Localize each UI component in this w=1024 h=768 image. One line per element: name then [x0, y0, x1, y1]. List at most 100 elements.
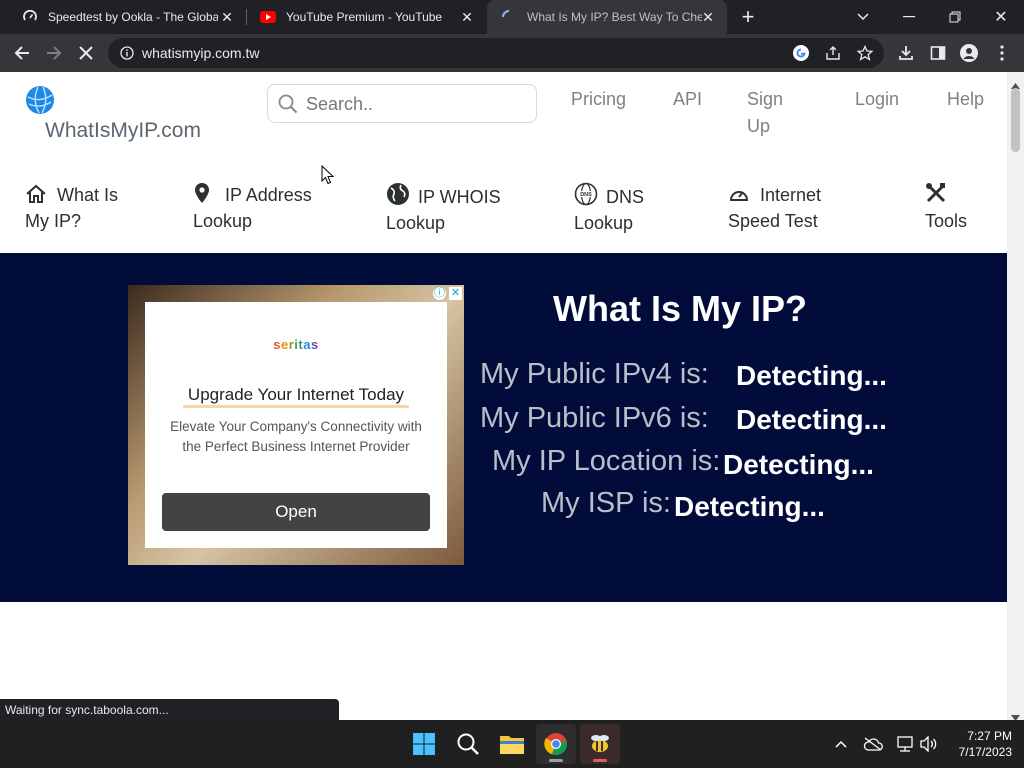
nav-label-1: IP WHOIS	[418, 187, 501, 207]
new-tab-button[interactable]: +	[726, 0, 770, 34]
active-indicator	[549, 759, 563, 762]
back-button[interactable]	[7, 38, 37, 68]
hero-title: What Is My IP?	[552, 288, 808, 329]
login-link[interactable]: Login	[855, 86, 899, 113]
youtube-icon	[260, 9, 276, 25]
ipv4-label: My Public IPv4 is:	[480, 358, 709, 390]
nav-dns-lookup[interactable]: DNS DNS Lookup	[574, 182, 694, 236]
nav-label-2: My IP?	[25, 211, 82, 231]
api-link[interactable]: API	[673, 86, 702, 113]
isp-label: My ISP is:	[541, 487, 671, 519]
nav-internet-speed-test[interactable]: Internet Speed Test	[728, 182, 858, 234]
clock-date: 7/17/2023	[958, 745, 1012, 759]
network-icon[interactable]	[893, 732, 917, 756]
clock-time: 7:27 PM	[967, 729, 1012, 743]
pricing-link[interactable]: Pricing	[571, 86, 626, 113]
map-pin-icon	[193, 182, 217, 204]
mouse-cursor-icon	[321, 164, 335, 190]
tab-whatismyip[interactable]: What Is My IP? Best Way To Chec ✕	[487, 0, 727, 34]
nav-label-1: Internet	[760, 185, 822, 205]
close-tab-icon[interactable]: ✕	[699, 8, 717, 26]
tab-title: YouTube Premium - YouTube	[286, 10, 443, 24]
share-icon[interactable]	[822, 42, 844, 64]
active-indicator	[593, 759, 607, 762]
nav-label-1: IP Address	[225, 185, 312, 205]
ipv4-value: Detecting...	[736, 360, 887, 391]
system-clock[interactable]: 7:27 PM 7/17/2023	[950, 728, 1012, 760]
nav-label-1: DNS	[606, 187, 645, 207]
close-tab-icon[interactable]: ✕	[218, 8, 236, 26]
ad-headline: Upgrade Your Internet Today	[187, 385, 405, 404]
site-logo-icon[interactable]	[25, 85, 55, 120]
ad-open-button[interactable]: Open	[162, 493, 430, 531]
show-hidden-icons-chevron[interactable]	[829, 732, 853, 756]
taskbar-search-icon[interactable]	[448, 724, 488, 764]
ad-brand-text: seritas	[273, 337, 319, 352]
restore-button[interactable]	[932, 0, 978, 34]
nav-label-2: Lookup	[386, 213, 446, 233]
menu-kebab-icon[interactable]	[991, 42, 1013, 64]
bookmark-star-icon[interactable]	[854, 42, 876, 64]
close-window-button[interactable]: ✕	[978, 0, 1024, 34]
nav-label-2: Lookup	[193, 211, 253, 231]
tab-search-icon[interactable]	[840, 0, 886, 34]
loading-spinner-icon	[501, 9, 517, 25]
tab-speedtest[interactable]: Speedtest by Ookla - The Global ✕	[8, 0, 246, 34]
address-bar[interactable]: whatismyip.com.tw	[108, 38, 884, 68]
ad-body: Elevate Your Company's Connectivity with…	[170, 419, 422, 454]
signup-link[interactable]: Sign Up	[747, 86, 797, 140]
site-info-icon[interactable]	[120, 46, 134, 65]
file-explorer-icon[interactable]	[492, 724, 532, 764]
start-button[interactable]	[404, 724, 444, 764]
nav-tools[interactable]: Tools	[925, 182, 995, 234]
close-tab-icon[interactable]: ✕	[458, 8, 476, 26]
google-lens-icon[interactable]	[790, 42, 812, 64]
scrollbar-thumb[interactable]	[1011, 88, 1020, 152]
tab-strip: Speedtest by Ookla - The Global ✕ YouTub…	[0, 0, 1024, 34]
forward-button[interactable]	[39, 38, 69, 68]
svg-text:DNS: DNS	[580, 192, 592, 198]
speedometer-icon	[728, 184, 752, 206]
search-input[interactable]	[306, 91, 526, 117]
isp-value: Detecting...	[674, 491, 825, 522]
volume-icon[interactable]	[917, 732, 941, 756]
stop-loading-icon[interactable]	[71, 38, 101, 68]
speedtest-icon	[22, 9, 38, 25]
ipv6-label: My Public IPv6 is:	[480, 402, 709, 434]
nav-ip-whois-lookup[interactable]: IP WHOIS Lookup	[386, 182, 546, 236]
chrome-taskbar-icon[interactable]	[536, 724, 576, 764]
site-search-box[interactable]	[267, 84, 537, 123]
help-link[interactable]: Help	[947, 86, 984, 113]
download-icon[interactable]	[895, 42, 917, 64]
ad-brand: seritas	[145, 337, 447, 352]
browser-status-bar: Waiting for sync.taboola.com...	[0, 699, 339, 720]
windows-taskbar: 7:27 PM 7/17/2023	[0, 720, 1024, 768]
onedrive-cloud-icon[interactable]	[861, 732, 885, 756]
globe-icon	[386, 182, 410, 205]
ipv6-value: Detecting...	[736, 404, 887, 435]
browser-toolbar: whatismyip.com.tw	[0, 34, 1024, 72]
nav-label-2: Speed Test	[728, 211, 818, 231]
side-panel-icon[interactable]	[927, 42, 949, 64]
tools-icon	[925, 182, 949, 204]
site-logo-text[interactable]: WhatIsMyIP.com	[45, 119, 201, 143]
ip-location-label: My IP Location is:	[492, 445, 721, 477]
tab-title: Speedtest by Ookla - The Global	[48, 10, 218, 24]
tab-youtube[interactable]: YouTube Premium - YouTube ✕	[246, 0, 486, 34]
dns-globe-icon: DNS	[574, 182, 598, 206]
home-icon	[25, 184, 49, 206]
nav-what-is-my-ip[interactable]: What Is My IP?	[25, 182, 155, 234]
tab-title: What Is My IP? Best Way To Chec	[527, 10, 702, 24]
nav-label-2: Tools	[925, 211, 968, 231]
ad-headline-highlight	[183, 405, 409, 408]
advertisement[interactable]: ⓘ ✕ seritas Upgrade Your Internet Today …	[128, 285, 464, 565]
ad-card[interactable]: seritas Upgrade Your Internet Today Elev…	[145, 302, 447, 548]
ad-close-icon[interactable]: ✕	[449, 287, 462, 300]
page-scrollbar[interactable]	[1007, 72, 1024, 721]
bee-app-taskbar-icon[interactable]	[580, 724, 620, 764]
signup-link-line1: Sign	[747, 89, 784, 109]
profile-avatar-icon[interactable]	[958, 42, 980, 64]
minimize-button[interactable]	[886, 0, 932, 34]
ip-hero-section: ⓘ ✕ seritas Upgrade Your Internet Today …	[0, 253, 1007, 602]
ad-choices-icon[interactable]: ⓘ	[433, 287, 446, 300]
